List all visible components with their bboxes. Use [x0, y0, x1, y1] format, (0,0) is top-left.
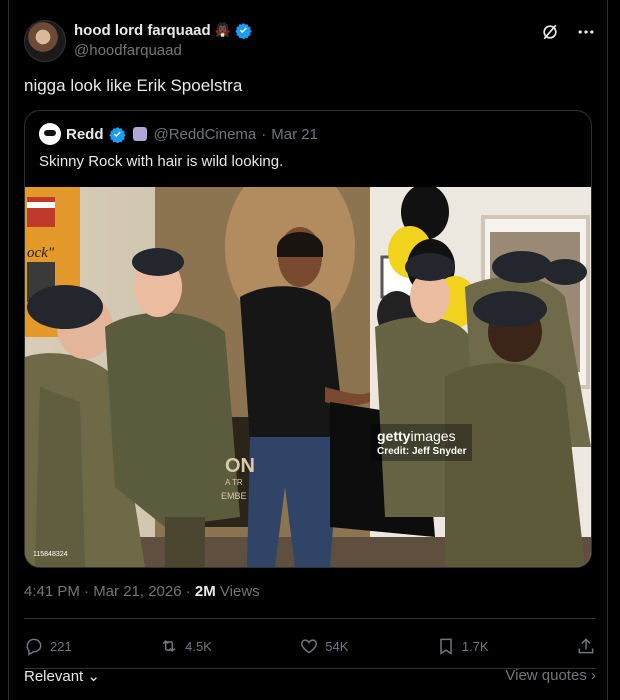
photo-id: 115848324	[33, 551, 68, 558]
quoted-tweet-header: Redd @ReddCinema · Mar 21	[39, 123, 318, 145]
tweet-timestamp[interactable]: 4:41 PM · Mar 21, 2026 ·	[24, 583, 195, 600]
quoted-author-avatar	[39, 123, 61, 145]
chevron-right-icon: ›	[586, 667, 596, 684]
share-button[interactable]	[576, 636, 596, 656]
quoted-separator: ·	[261, 125, 267, 143]
grok-icon[interactable]	[540, 22, 560, 42]
tweet-meta: 4:41 PM · Mar 21, 2026 · 2M Views	[24, 583, 260, 600]
bookmark-count: 1.7K	[461, 638, 489, 654]
view-quotes-link[interactable]: View quotes ›	[505, 667, 596, 685]
verified-badge-icon	[108, 126, 126, 143]
getty-brand-light: images	[410, 428, 456, 444]
sort-dropdown[interactable]: Relevant ⌄	[24, 667, 100, 685]
photo-scene: ock" ON A TR EMBE	[25, 187, 591, 567]
sort-label: Relevant	[24, 668, 84, 685]
share-icon	[578, 638, 594, 654]
vampire-emoji-icon: 🧛🏿	[214, 22, 231, 37]
more-options-icon[interactable]	[576, 22, 596, 42]
chevron-down-icon: ⌄	[83, 668, 100, 685]
quoted-date: Mar 21	[271, 125, 318, 143]
getty-brand-bold: getty	[377, 428, 411, 444]
getty-logo: gettyimages	[377, 428, 466, 444]
like-count: 54K	[325, 638, 349, 654]
action-bar: 221 4.5K 54K 1.7K	[24, 634, 596, 658]
view-quotes-label: View quotes	[505, 667, 587, 684]
replies-footer: Relevant ⌄ View quotes ›	[24, 667, 596, 685]
header-actions	[540, 22, 596, 42]
quoted-author-handle: @ReddCinema	[153, 125, 257, 143]
author-display-name-row[interactable]: hood lord farquaad 🧛🏿	[74, 20, 252, 40]
quoted-tweet-text: Skinny Rock with hair is wild looking.	[39, 153, 284, 170]
author-names: hood lord farquaad 🧛🏿 @hoodfarquaad	[74, 20, 252, 59]
reply-count: 221	[50, 638, 72, 654]
photo-credit: Credit: Jeff Snyder	[377, 446, 467, 457]
repost-button[interactable]: 4.5K	[159, 636, 212, 656]
divider	[24, 618, 596, 619]
verified-badge-icon	[235, 22, 252, 39]
like-button[interactable]: 54K	[299, 636, 348, 656]
views-label: Views	[215, 583, 260, 600]
getty-watermark: gettyimages Credit: Jeff Snyder	[371, 424, 473, 461]
repost-icon	[162, 639, 176, 653]
reply-icon	[26, 638, 42, 656]
affiliate-badge-icon	[132, 127, 147, 141]
heart-icon	[301, 639, 318, 654]
repost-count: 4.5K	[185, 638, 212, 654]
poster-text-a-tr: A TR	[225, 478, 243, 487]
quoted-photo[interactable]: ock" ON A TR EMBE gettyimages Credit: Je…	[25, 187, 591, 567]
poster-text-ock: ock"	[27, 245, 55, 261]
quoted-tweet[interactable]: Redd @ReddCinema · Mar 21 Skinny Rock wi…	[24, 110, 592, 568]
author-avatar[interactable]	[24, 20, 66, 62]
poster-text-on: ON	[225, 455, 255, 477]
tweet-text: nigga look like Erik Spoelstra	[24, 76, 243, 95]
author-handle[interactable]: @hoodfarquaad	[74, 42, 252, 59]
poster-text-embe: EMBE	[221, 491, 247, 501]
bookmark-button[interactable]: 1.7K	[436, 636, 489, 656]
bookmark-icon	[440, 638, 452, 655]
reply-button[interactable]: 221	[24, 636, 72, 656]
author-display-name: hood lord farquaad	[74, 21, 211, 39]
quoted-author-name: Redd	[66, 125, 104, 143]
view-count: 2M	[194, 583, 216, 600]
tweet-header: hood lord farquaad 🧛🏿 @hoodfarquaad	[24, 18, 596, 62]
